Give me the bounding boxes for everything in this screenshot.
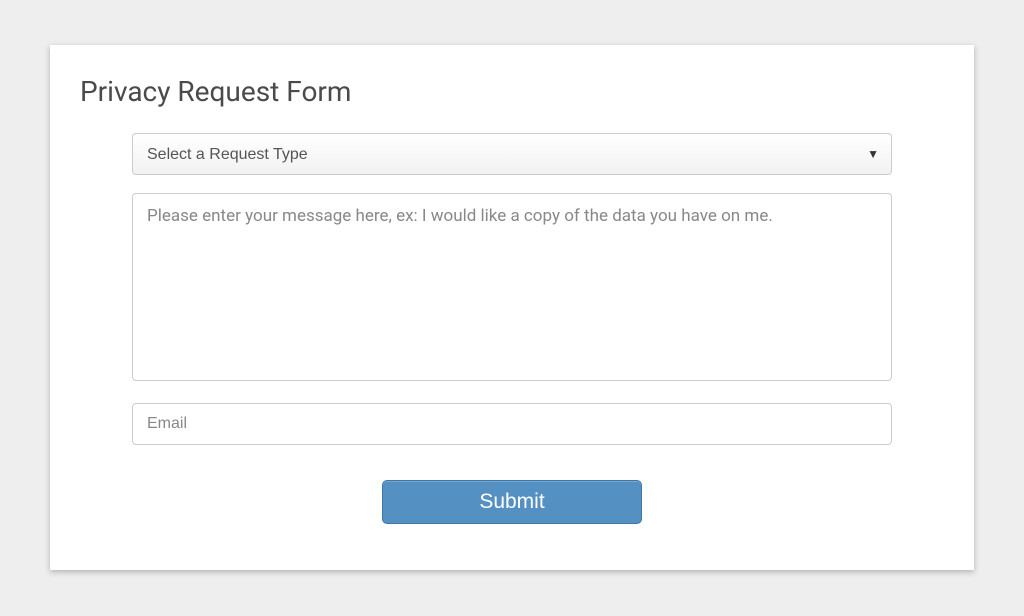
submit-row: Submit (132, 480, 892, 524)
form-title: Privacy Request Form (80, 75, 944, 108)
request-type-select-wrap: Select a Request Type ▼ (132, 133, 892, 175)
form-area: Select a Request Type ▼ Submit (80, 133, 944, 524)
request-type-select[interactable]: Select a Request Type (133, 134, 891, 174)
privacy-request-card: Privacy Request Form Select a Request Ty… (50, 45, 974, 570)
submit-button[interactable]: Submit (382, 480, 642, 524)
message-textarea[interactable] (132, 193, 892, 381)
email-field[interactable] (132, 403, 892, 445)
